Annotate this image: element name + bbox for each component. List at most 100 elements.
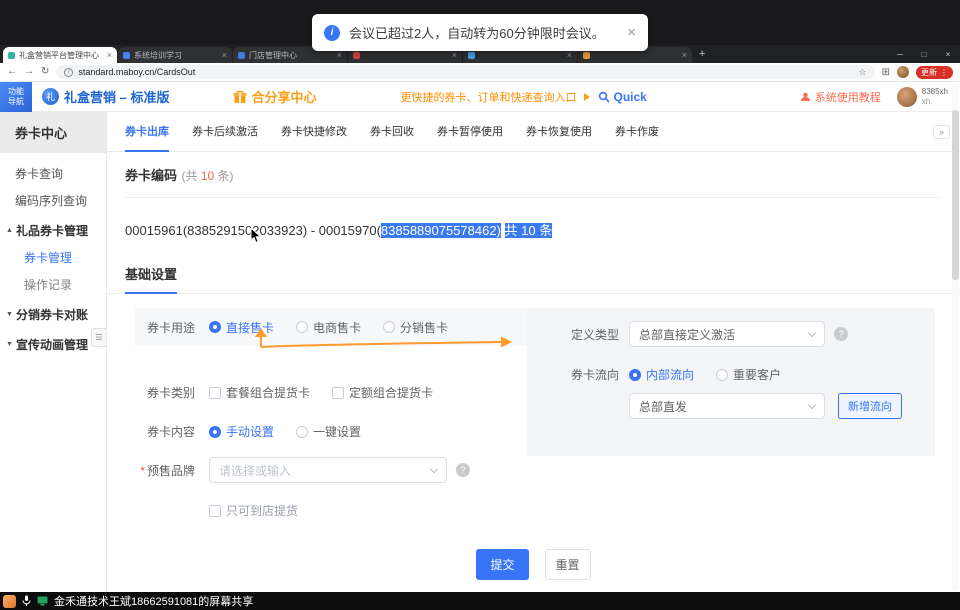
help-icon[interactable]: ? [834, 327, 848, 341]
tab-card-recycle[interactable]: 券卡回收 [370, 112, 414, 152]
tab-title: 系统培训学习 [134, 50, 218, 61]
tab-card-restore[interactable]: 券卡恢复使用 [526, 112, 592, 152]
reload-icon[interactable]: ↻ [41, 67, 49, 77]
toast-message: 会议已超过2人，自动转为60分钟限时会议。 [349, 23, 605, 42]
chevron-down-icon: ▼ [6, 311, 13, 318]
gift-icon [233, 90, 247, 104]
browser-window: 礼盒营销平台管理中心 × 系统培训学习 × 门店管理中心 × × × × [0, 45, 960, 592]
sidebar-group-gift-card-mgmt[interactable]: ▲ 礼品券卡管理 [0, 217, 106, 244]
help-icon[interactable]: ? [456, 463, 470, 477]
tutorial-label: 系统使用教程 [815, 89, 881, 105]
favicon-icon [583, 52, 590, 59]
checkbox-fixed-combo-pickup-card[interactable]: 定额组合提货卡 [332, 384, 433, 401]
tab-card-void[interactable]: 券卡作废 [615, 112, 659, 152]
quick-entry-text: 更快捷的券卡、订单和快递查询入口 [400, 89, 576, 105]
tab-card-outbound[interactable]: 券卡出库 [125, 112, 169, 152]
section-title: 基础设置 [125, 264, 177, 294]
tab-close-icon[interactable]: × [452, 50, 457, 60]
app-body: 券卡中心 券卡查询 编码序列查询 ▲ 礼品券卡管理 券卡管理 [0, 112, 960, 592]
toast-close-icon[interactable]: × [627, 25, 636, 40]
sidebar-item-card-management[interactable]: 券卡管理 [0, 244, 106, 271]
radio-internal-flow[interactable]: 内部流向 [629, 366, 694, 383]
tab-card-suspend[interactable]: 券卡暂停使用 [437, 112, 503, 152]
sidebar-item-code-sequence-query[interactable]: 编码序列查询 [0, 187, 106, 214]
quick-search-link[interactable]: Quick [598, 90, 646, 104]
sidebar-item-operation-log[interactable]: 操作记录 [0, 271, 106, 298]
field-label: 券卡内容 [135, 423, 195, 440]
microphone-icon[interactable] [22, 595, 31, 607]
sidebar-item-card-query[interactable]: 券卡查询 [0, 160, 106, 187]
sidebar-collapse-handle[interactable]: ☰ [91, 328, 106, 347]
radio-direct-sale[interactable]: 直接售卡 [209, 319, 274, 336]
radio-one-click-setup[interactable]: 一键设置 [296, 423, 361, 440]
user-sub: xh. [922, 97, 948, 107]
flow-select-row: 总部直发 新增流向 [567, 393, 935, 419]
page-scrollbar[interactable] [952, 84, 959, 590]
tab-close-icon[interactable]: × [682, 50, 687, 60]
section-title: 券卡编码 [125, 168, 177, 183]
field-label: 定义类型 [567, 326, 619, 343]
share-center-link[interactable]: 合分享中心 [233, 87, 316, 106]
tab-close-icon[interactable]: × [567, 50, 572, 60]
settings-form: 券卡用途 直接售卡 电商售卡 分销售卡 [135, 308, 935, 519]
user-account[interactable]: 8385xh xh. [897, 87, 948, 107]
tab-card-quick-edit[interactable]: 券卡快捷修改 [281, 112, 347, 152]
sidebar: 券卡中心 券卡查询 编码序列查询 ▲ 礼品券卡管理 券卡管理 [0, 112, 107, 592]
tab-card-activation[interactable]: 券卡后续激活 [192, 112, 258, 152]
function-nav-button[interactable]: 功能 导航 [0, 82, 32, 112]
tab-close-icon[interactable]: × [222, 50, 227, 60]
extensions-icon[interactable]: ⊞ [882, 67, 890, 78]
radio-ecommerce-sale[interactable]: 电商售卡 [296, 319, 361, 336]
content-tabs: 券卡出库 券卡后续激活 券卡快捷修改 券卡回收 券卡暂停使用 券卡恢复使用 券卡… [107, 112, 960, 152]
user-id: 8385xh [922, 87, 948, 97]
close-icon[interactable]: × [936, 45, 960, 63]
flow-direction-select[interactable]: 总部直发 [629, 393, 825, 419]
chrome-update-badge[interactable]: 更新 ⋮ [916, 66, 953, 79]
tab-close-icon[interactable]: × [107, 50, 112, 60]
card-codes-section: 券卡编码 (共 10 条) 00015961(8385291502033923)… [107, 152, 960, 239]
checkbox-combo-pickup-card[interactable]: 套餐组合提货卡 [209, 384, 310, 401]
field-label: 券卡流向 [567, 366, 619, 383]
definition-type-select[interactable]: 总部直接定义激活 [629, 321, 825, 347]
bookmark-star-icon[interactable]: ☆ [859, 67, 867, 78]
checkbox-store-pickup-only[interactable]: 只可到店提货 [209, 502, 298, 519]
tutorial-link[interactable]: 系统使用教程 [800, 89, 881, 105]
func-label-1: 功能 [8, 87, 24, 97]
maximize-icon[interactable]: □ [912, 45, 936, 63]
radio-icon [629, 369, 641, 381]
main-content: 券卡出库 券卡后续激活 券卡快捷修改 券卡回收 券卡暂停使用 券卡恢复使用 券卡… [107, 112, 960, 592]
browser-tab-active[interactable]: 礼盒营销平台管理中心 × [3, 47, 117, 63]
submit-button[interactable]: 提交 [476, 549, 528, 580]
add-flow-button[interactable]: 新增流向 [838, 393, 902, 419]
browser-tab[interactable]: 系统培训学习 × [118, 47, 232, 63]
url-omnibox[interactable]: i standard.maboy.cn/CardsOut ☆ [56, 65, 874, 79]
tabs-collapse-button[interactable]: » [933, 125, 950, 139]
browser-profile-avatar[interactable] [897, 66, 909, 78]
reset-button[interactable]: 重置 [545, 549, 591, 580]
forward-icon[interactable]: → [24, 67, 34, 77]
card-usage-row: 券卡用途 直接售卡 电商售卡 分销售卡 [135, 308, 527, 346]
tab-title: 礼盒营销平台管理中心 [19, 50, 103, 61]
tab-close-icon[interactable]: × [337, 50, 342, 60]
web-page: 功能 导航 礼 礼盒营销 – 标准版 合分享中心 更快捷的券卡、订单和快递查询入… [0, 82, 960, 592]
presale-brand-select[interactable]: 请选择或输入 [209, 457, 447, 483]
card-content-row: 券卡内容 手动设置 一键设置 [135, 423, 527, 440]
sidebar-group-distribution-recon[interactable]: ▼ 分销券卡对账 [0, 301, 106, 328]
favicon-icon [468, 52, 475, 59]
form-right-panel: 定义类型 总部直接定义激活 ? 券卡流向 内部流向 [527, 308, 935, 456]
minimize-icon[interactable]: ─ [888, 45, 912, 63]
favicon-icon [238, 52, 245, 59]
required-mark: * [140, 464, 145, 478]
radio-manual-setup[interactable]: 手动设置 [209, 423, 274, 440]
scrollbar-thumb[interactable] [952, 110, 959, 280]
checkbox-icon [332, 387, 344, 399]
back-icon[interactable]: ← [7, 67, 17, 77]
new-tab-button[interactable]: + [699, 47, 705, 61]
tab-title: 门店管理中心 [249, 50, 333, 61]
divider [125, 197, 942, 198]
share-status-text: 金禾通技术王斌18662591081的屏幕共享 [54, 593, 253, 609]
radio-important-customer[interactable]: 重要客户 [716, 366, 781, 383]
site-info-icon[interactable]: i [64, 68, 73, 77]
radio-distribution-sale[interactable]: 分销售卡 [383, 319, 448, 336]
menu-dots-icon: ⋮ [940, 68, 948, 77]
